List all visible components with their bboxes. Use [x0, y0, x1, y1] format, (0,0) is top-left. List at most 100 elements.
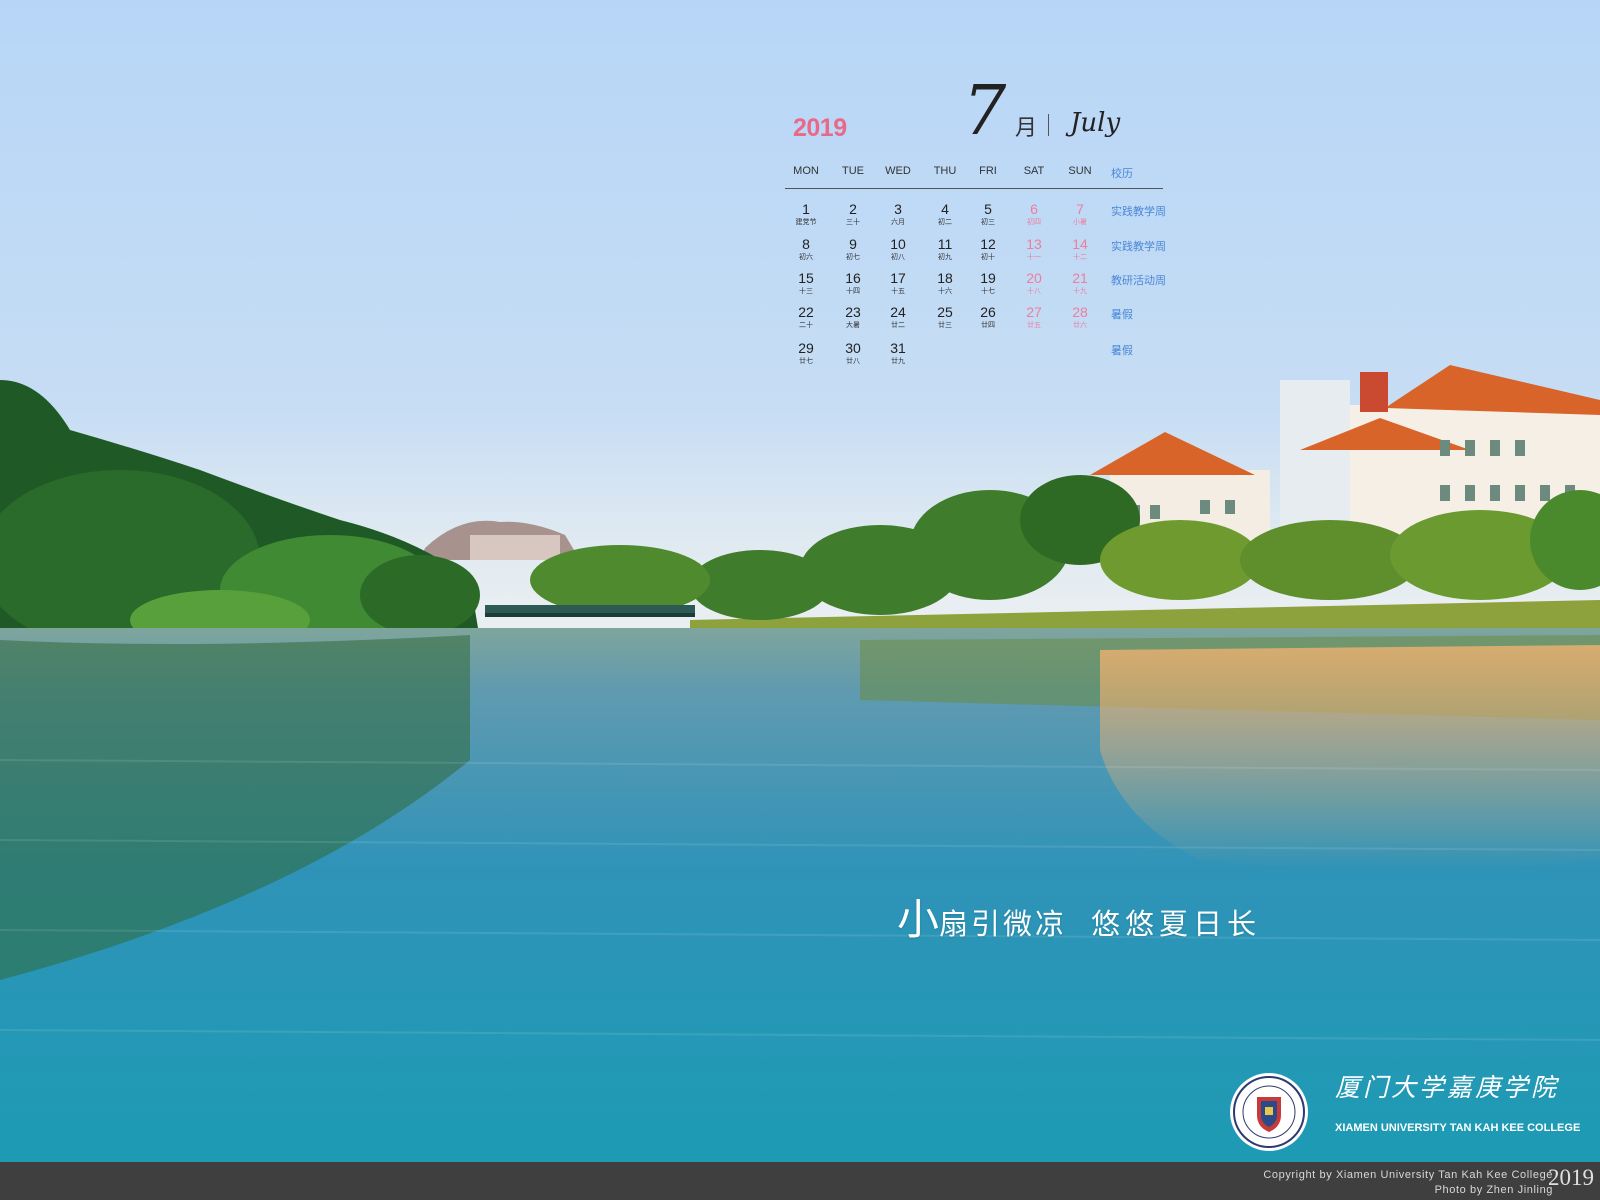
lunar-date: 六月: [891, 218, 905, 226]
calendar-day: 4 初二: [925, 201, 965, 227]
building-reflection: [1100, 645, 1600, 870]
lunar-date: 廿七: [799, 357, 813, 365]
lunar-date: 十一: [1027, 253, 1041, 261]
lunar-date: 十五: [891, 287, 905, 295]
week-note: 暑假: [1111, 344, 1133, 357]
lunar-date: 十六: [938, 287, 952, 295]
college-name-english: XIAMEN UNIVERSITY TAN KAH KEE COLLEGE: [1335, 1122, 1581, 1134]
header-divider: [785, 188, 1163, 189]
slogan-part-1: 扇引微凉: [939, 907, 1068, 941]
calendar-day: 22 二十: [786, 304, 826, 330]
calendar-day: 31 廿九: [878, 340, 918, 366]
weekday-sun: SUN: [1068, 165, 1092, 177]
footbridge: [485, 605, 695, 617]
day-number: 26: [980, 304, 996, 320]
lunar-date: 建党节: [795, 218, 817, 226]
calendar-day: 24 廿二: [878, 304, 918, 330]
calendar-day: 23 大暑: [833, 304, 873, 330]
day-number: 19: [980, 270, 996, 286]
month-chinese: 月: [1015, 116, 1038, 141]
college-name-chinese: 厦门大学嘉庚学院: [1335, 1073, 1560, 1102]
copyright-text: Copyright by Xiamen University Tan Kah K…: [1263, 1169, 1553, 1181]
weekday-fri: FRI: [979, 165, 997, 177]
day-number: 16: [845, 270, 861, 286]
day-number: 17: [890, 270, 906, 286]
slogan: 小扇引微凉 悠悠夏日长: [897, 886, 1261, 947]
lunar-date: 廿三: [938, 321, 952, 329]
weekday-thu: THU: [933, 165, 957, 177]
lunar-date: 廿八: [846, 357, 860, 365]
footer-credits: Copyright by Xiamen University Tan Kah K…: [1263, 1168, 1553, 1198]
day-number: 13: [1026, 236, 1042, 252]
lunar-date: 廿五: [1027, 321, 1041, 329]
lunar-date: 十四: [846, 287, 860, 295]
lunar-date: 初三: [981, 218, 995, 226]
calendar-day: 12 初十: [968, 236, 1008, 262]
lunar-date: 初九: [938, 253, 952, 261]
calendar-day: 6 初四: [1014, 201, 1054, 227]
day-number: 15: [798, 270, 814, 286]
day-number: 10: [890, 236, 906, 252]
weekday-sat: SAT: [1023, 165, 1045, 177]
calendar-day: 21 十九: [1060, 270, 1100, 296]
week-note: 暑假: [1111, 308, 1133, 321]
calendar-day: 16 十四: [833, 270, 873, 296]
school-calendar-label: 校历: [1111, 167, 1133, 180]
day-number: 28: [1072, 304, 1088, 320]
day-number: 31: [890, 340, 906, 356]
calendar-day: 2 三十: [833, 201, 873, 227]
day-number: 2: [849, 201, 857, 217]
lunar-date: 三十: [846, 218, 860, 226]
calendar-day: 11 初九: [925, 236, 965, 262]
weekday-mon: MON: [793, 165, 819, 177]
week-note: 实践教学周: [1111, 240, 1166, 253]
day-number: 24: [890, 304, 906, 320]
tree-line-left: [0, 380, 480, 670]
footer-year: 2019: [1548, 1165, 1594, 1190]
week-note: 实践教学周: [1111, 205, 1166, 218]
lunar-date: 初六: [799, 253, 813, 261]
month-number: 7: [963, 72, 1007, 151]
footer-bar: Copyright by Xiamen University Tan Kah K…: [0, 1162, 1600, 1200]
day-number: 29: [798, 340, 814, 356]
month-calendar: 2019 7 月 July MON TUE WED THU FRI SAT SU…: [783, 72, 1183, 380]
day-number: 30: [845, 340, 861, 356]
calendar-day: 7 小暑: [1060, 201, 1100, 227]
day-number: 27: [1026, 304, 1042, 320]
photo-credit: Photo by Zhen Jinling: [1434, 1184, 1553, 1196]
day-number: 6: [1030, 201, 1038, 217]
calendar-day: 18 十六: [925, 270, 965, 296]
calendar-day: 1 建党节: [786, 201, 826, 227]
lunar-date: 廿四: [981, 321, 995, 329]
lunar-date: 廿六: [1073, 321, 1087, 329]
day-number: 4: [941, 201, 949, 217]
calendar-day: 25 廿三: [925, 304, 965, 330]
week-note: 教研活动周: [1111, 274, 1166, 287]
lunar-date: 十七: [981, 287, 995, 295]
lunar-date: 十八: [1027, 287, 1041, 295]
day-number: 23: [845, 304, 861, 320]
calendar-day: 9 初七: [833, 236, 873, 262]
day-number: 7: [1076, 201, 1084, 217]
month-separator: [1048, 114, 1049, 136]
calendar-day: 15 十三: [786, 270, 826, 296]
slogan-lead-char: 小: [897, 895, 940, 944]
calendar-day: 29 廿七: [786, 340, 826, 366]
calendar-day: 13 十一: [1014, 236, 1054, 262]
lunar-date: 廿二: [891, 321, 905, 329]
lunar-date: 大暑: [846, 321, 860, 329]
lunar-date: 十三: [799, 287, 813, 295]
calendar-day: 28 廿六: [1060, 304, 1100, 330]
lunar-date: 十九: [1073, 287, 1087, 295]
calendar-day: 14 十二: [1060, 236, 1100, 262]
lunar-date: 十二: [1073, 253, 1087, 261]
day-number: 21: [1072, 270, 1088, 286]
lunar-date: 小暑: [1073, 218, 1087, 226]
lunar-date: 二十: [799, 321, 813, 329]
slogan-part-2: 悠悠夏日长: [1091, 907, 1262, 941]
calendar-day: 30 廿八: [833, 340, 873, 366]
weekday-wed: WED: [885, 165, 911, 177]
lunar-date: 廿九: [891, 357, 905, 365]
lunar-date: 初七: [846, 253, 860, 261]
lunar-date: 初八: [891, 253, 905, 261]
